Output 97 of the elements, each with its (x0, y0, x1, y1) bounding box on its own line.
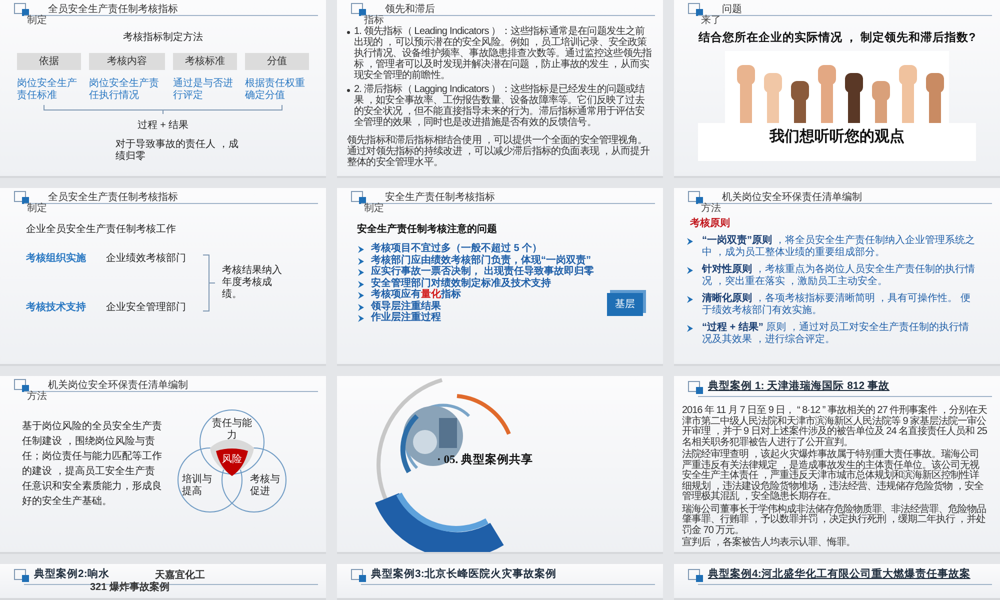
slide-title: 典型案例3:北京长峰医院火灾事故案例 (371, 567, 556, 582)
slide-thumbnail[interactable]: 典型案例4:河北盛华化工有限公司重大燃爆责任事故案 (674, 564, 1000, 600)
list-item: 安全管理部门对绩效制定标准及技术支持 (371, 278, 551, 288)
squares-icon (351, 569, 367, 583)
venn-label: 责任与能力 (211, 418, 253, 442)
bullet-text: 2. 滞后指标（ Lagging Indicators ）：这些指标是已经发生的问题或结果 ，如安全事故率、工伤报告数量、设备故障率等。它们反映了过去的安全状况 ，但不能直接指导未来的行为。滞后指标通常用于评估安全管理的效果 ，同时也是改进措施是否有效的反馈信号。 (354, 84, 646, 128)
question-text: 结合您所在企业的实际情况 ， 制定领先和滞后指数? (698, 30, 976, 46)
slide-title: 机关岗位安全环保责任清单编制 (48, 378, 188, 393)
slide-thumbnail[interactable]: 典型案例2:响水 天嘉宜化工 321 爆炸事故案例 (0, 564, 326, 600)
column-text: 根据责任权重确定分值 (245, 78, 306, 102)
level-tag: 基层 (607, 292, 643, 316)
list-item: “过程 + 结果” 原则 ，通过对员工对安全生产责任制的执行情况及其效果 ，进行综合评定。 (702, 322, 970, 346)
caption-text: 我们想听听您的观点 (698, 123, 976, 162)
section-title: · 05. 典型案例共享 (437, 452, 533, 468)
column-text: 岗位安全生产责任标准 (17, 78, 78, 102)
slide-subtitle: 制定 (27, 15, 47, 27)
paragraph: 宣判后 ，各案被告人均表示认罪、悔罪。 (682, 538, 856, 548)
slide-subtitle: 指标 (364, 15, 384, 26)
venn-label: 风险 (222, 453, 242, 467)
arrow-bullet-icon (686, 295, 694, 304)
arrow-bullet-icon (357, 280, 365, 288)
list-item: 应实行事故一票否决制， 出现责任导致事故即归零 (371, 266, 594, 277)
slide-title: 典型案例 1: 天津港瑞海国际 812 事故 (708, 379, 890, 394)
slide-title: 典型案例2:响水 (34, 567, 110, 582)
arrow-bullet-icon (357, 302, 365, 312)
summary-text: 过程 + 结果 (137, 118, 189, 133)
arrow-bullet-icon (357, 256, 365, 266)
squares-icon (14, 569, 30, 583)
row-text: 企业安全管理部门 (106, 300, 186, 315)
slide-thumbnail[interactable]: 问题 来了 结合您所在企业的实际情况 ， 制定领先和滞后指数? 我们想听听您的观点 (674, 0, 1000, 178)
paragraph: 领先指标和滞后指标相结合使用 ，可以提供一个全面的安全管理视角。通过对领先指标的持续改进 ，可以减少滞后指标的负面表现 ，从而提升整体的安全管理水平。 (347, 135, 650, 168)
slide-subtitle: 制定 (364, 203, 384, 215)
paragraph: 2016 年 11 月 7 日至 9 日， “ 8·12 ” 事故相关的 27 件刑事案件 ，分别在天津市第二中级人民法院和天津市滨海新区人民法院等 9 家基层法院一审公开审理 ，并于 9 日对上述案件涉及的被告单位及 24 名直接责任人员和 25 名相关职务犯罪被告人进行了公开宣判。 (682, 406, 988, 448)
venn-label: 培训与提高 (182, 474, 213, 498)
slide-thumbnail[interactable]: 安全生产责任制考核指标 制定 安全生产责任制考核注意的问题 考核项目不宜过多（一般不超过 5 个） 考核部门应由绩效考核部门负责，体现“一岗双责” 应实行事故一票否决制， 出现责任导致事故即归零 安全管理部门对绩效制定标准及技术支持 考核项应有量化指标 领导层注重结果 作业层注重过程 基层 (337, 188, 663, 366)
slide-thumbnail[interactable]: 全员安全生产责任制考核指标 制定 考核指标制定方法 依据 岗位安全生产责任标准 考核内容 岗位安全生产责任执行情况 考核标准 通过是与否进行评定 分值 根据责任权重确定分值 过程 + 结果 对于导致事故的责任人 ，成绩归零 (0, 0, 326, 178)
slide-thumbnail[interactable] (337, 0, 663, 178)
squares-icon (688, 569, 704, 583)
list-item: 考核项应有量化指标 (371, 289, 461, 300)
slide-title: 问题 (722, 3, 742, 17)
slide-thumbnail[interactable]: 全员安全生产责任制考核指标 制定 企业全员安全生产责任制考核工作 考核组织实施 企业绩效考核部门 考核技术支持 企业安全管理部门 考核结果纳入年度考核成绩。 (0, 188, 326, 366)
paragraph: 基于岗位风险的全员安全生产责任制建设 ，围绕岗位风险与责任；岗位责任与能力匹配等工作的建设 ，提高员工安全生产责任意识和安全素质能力，形成良好的安全生产基础。 (22, 420, 162, 509)
row-label: 考核组织实施 (26, 251, 87, 266)
slide-subtitle: 方法 (27, 391, 47, 403)
slide-title: 机关岗位安全环保责任清单编制 (722, 190, 862, 205)
row-label: 考核技术支持 (26, 300, 87, 315)
arrow-bullet-icon (686, 324, 694, 333)
column-text: 岗位安全生产责任执行情况 (89, 78, 160, 102)
paragraph: 法院经审理查明 ，该起火灾爆炸事故属于特别重大责任事故。瑞海公司严重违反有关法律规定 ，是造成事故发生的主体责任单位。该公司无视安全生产主体责任 ，严重违反天津市城市总体规划和滨海新区控制性详细规划 ，违法建设危险货物堆场 ，违法经营、违规储存危险货物 ，安全管理极其混乱 ，安全隐患长期存在。 (682, 450, 984, 502)
column-text: 通过是与否进行评定 (173, 78, 234, 102)
list-item: 作业层注重过程 (371, 312, 441, 324)
list-item: 清晰化原则 ，各项考核指标要清晰简明 ，具有可操作性。 便于绩效考核部门有效实施。 (702, 293, 972, 317)
column-header: 考核标准 (173, 53, 237, 70)
list-item: 针对性原则 ，考核重点为各岗位人员安全生产责任制的执行情况 ，突出重在落实 ，激励员工主动安全。 (702, 264, 976, 288)
bullet-icon (347, 89, 350, 92)
column-header: 分值 (245, 53, 309, 70)
bullet-icon (347, 31, 350, 34)
slide-subtitle: 来了 (701, 15, 721, 27)
venn-label: 考核与促进 (250, 474, 281, 498)
slide-subtitle: 制定 (27, 203, 47, 215)
slide-subtitle: 天嘉宜化工 (155, 568, 205, 581)
slide-thumbnail[interactable]: 典型案例3:北京长峰医院火灾事故案例 (337, 564, 663, 600)
slide-title: 典型案例4:河北盛华化工有限公司重大燃爆责任事故案 (708, 567, 970, 582)
arrow-bullet-icon (357, 291, 365, 300)
row-text: 企业绩效考核部门 (106, 252, 186, 266)
slide-thumbnail[interactable]: · 05. 典型案例共享 (337, 376, 663, 554)
slide-subtitle: 方法 (701, 203, 721, 215)
bullet-text: 1. 领先指标（ Leading Indicators ）：这些指标通常是在问题发生之前出现的 ，可以预示潜在的安全风险。例如 ，员工培训记录、安全政策执行情况、设备维护频率、事故隐患排查次数等。通过监控这些领先指标 ，管理者可以及时发现并解决潜在问题 ，防止事故的发生 ，从而实现安全管理的前瞻性。 (354, 26, 653, 81)
slide-heading: 考核原则 (690, 216, 731, 231)
slide-subtitle: 321 爆炸事故案例 (90, 580, 170, 595)
slide-heading: 安全生产责任制考核注意的问题 (357, 222, 498, 237)
arrow-bullet-icon (357, 314, 365, 323)
column-header: 依据 (17, 53, 81, 70)
arrow-bullet-icon (357, 268, 365, 277)
slide-heading: 考核指标制定方法 (123, 30, 203, 45)
column-header: 考核内容 (89, 53, 165, 70)
intro-text: 企业全员安全生产责任制考核工作 (26, 222, 177, 237)
arrow-bullet-icon (686, 266, 694, 275)
slide-thumbnail[interactable] (674, 376, 1000, 554)
list-item: 领导层注重结果 (371, 300, 441, 312)
bracket-icon (43, 104, 283, 114)
squares-icon (688, 381, 704, 395)
slide-title: 全员安全生产责任制考核指标 (48, 190, 178, 205)
paragraph: 瑞海公司董事长于学伟构成非法储存危险物质罪、非法经营罪、危险物品肇事罪、行贿罪 ，予以数罪并罚 ，决定执行死刑 ，缓期二年执行 ，并处罚金 70 万元。 (682, 504, 987, 536)
slide-title: 领先和滞后 (385, 2, 435, 17)
slide-title: 安全生产责任制考核指标 (385, 190, 495, 205)
list-item: 考核部门应由绩效考核部门负责，体现“一岗双责” (371, 254, 591, 266)
list-item: 考核项目不宜过多（一般不超过 5 个） (371, 243, 542, 254)
list-item: “一岗双责”原则 ，将全员安全生产责任制纳入企业管理系统之中 ，成为员工整体业绩的重要组成部分。 (702, 235, 976, 259)
arrow-bullet-icon (357, 245, 365, 254)
arrow-bullet-icon (686, 237, 694, 246)
slide-title: 全员安全生产责任制考核指标 (48, 2, 178, 17)
slide-thumbnail[interactable] (674, 188, 1000, 366)
result-text: 考核结果纳入年度考核成绩。 (222, 265, 283, 301)
note-text: 对于导致事故的责任人 ，成绩归零 (116, 139, 240, 163)
bracket-icon (202, 254, 216, 312)
slide-thumbnail[interactable]: 机关岗位安全环保责任清单编制 方法 基于岗位风险的全员安全生产责任制建设 ，围绕岗位风险与责任；岗位责任与能力匹配等工作的建设 ，提高员工安全生产责任意识和安全素质能力，形成良好的安全生产基础。 责任与能力 培训与提高 考核与促进 风险 (0, 376, 326, 554)
